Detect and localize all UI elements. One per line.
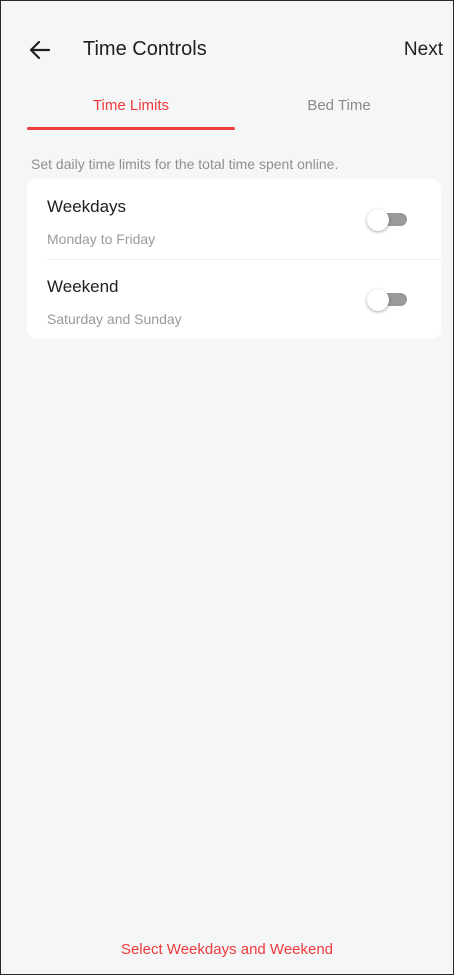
time-controls-screen: Time Controls Next Time Limits Bed Time …	[0, 0, 454, 975]
list-item-weekdays[interactable]: Weekdays Monday to Friday	[27, 179, 441, 259]
list-item-weekend[interactable]: Weekend Saturday and Sunday	[27, 259, 441, 339]
time-limits-description: Set daily time limits for the total time…	[31, 156, 339, 172]
weekdays-toggle[interactable]	[367, 209, 407, 231]
tab-bar: Time Limits Bed Time	[1, 97, 453, 133]
arrow-left-icon	[29, 40, 51, 60]
weekend-label: Weekend	[47, 277, 119, 296]
toggle-knob	[367, 209, 389, 231]
active-tab-indicator	[27, 127, 235, 130]
schedule-card: Weekdays Monday to Friday Weekend Saturd…	[27, 179, 441, 339]
back-button[interactable]	[27, 37, 53, 63]
select-weekdays-weekend-button[interactable]: Select Weekdays and Weekend	[1, 941, 453, 958]
toggle-knob	[367, 289, 389, 311]
weekdays-subtitle: Monday to Friday	[47, 231, 156, 247]
weekend-subtitle: Saturday and Sunday	[47, 311, 182, 327]
weekend-toggle[interactable]	[367, 289, 407, 311]
app-header: Time Controls Next	[1, 1, 453, 97]
tab-bed-time[interactable]: Bed Time	[235, 97, 443, 133]
next-button[interactable]: Next	[404, 39, 443, 61]
page-title: Time Controls	[83, 38, 207, 60]
weekdays-label: Weekdays	[47, 197, 127, 216]
